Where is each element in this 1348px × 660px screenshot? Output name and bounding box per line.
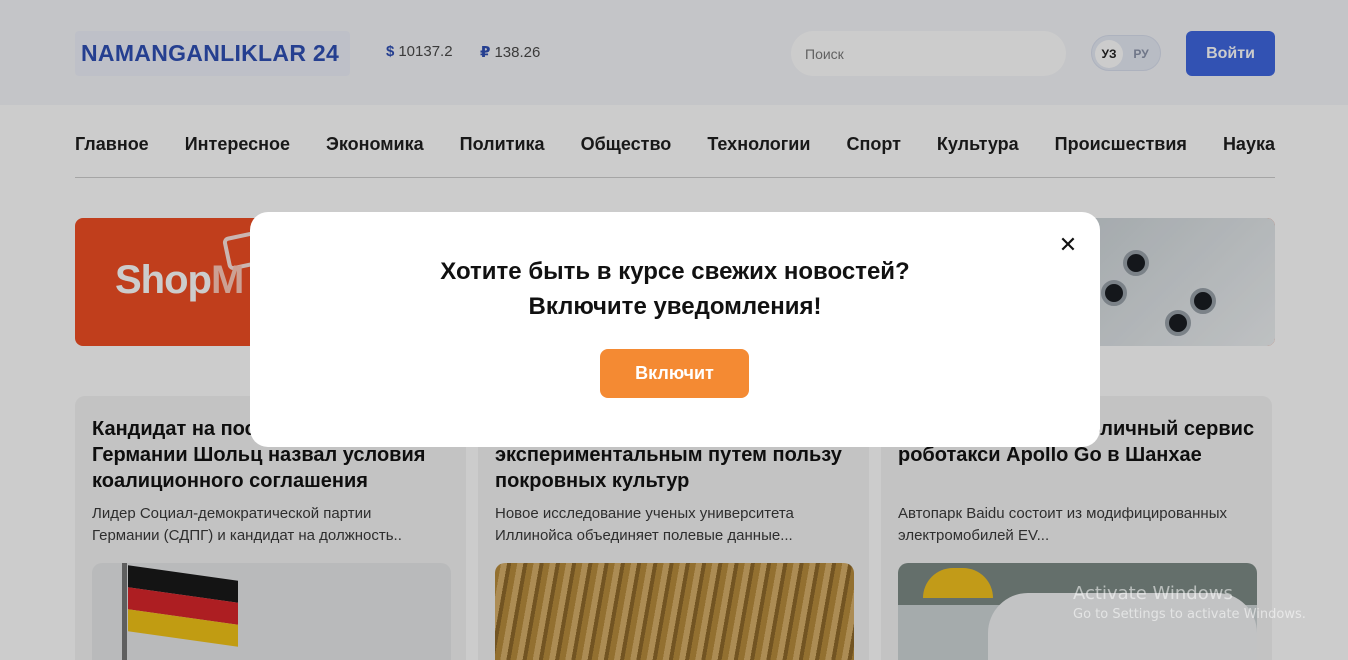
- modal-title-line2: Включите уведомления!: [528, 293, 822, 320]
- notification-modal: ✕ Хотите быть в курсе свежих новостей? В…: [250, 212, 1100, 447]
- windows-watermark-title: Activate Windows: [1073, 583, 1233, 604]
- close-icon[interactable]: ✕: [1054, 232, 1082, 260]
- windows-watermark-subtitle: Go to Settings to activate Windows.: [1073, 607, 1306, 622]
- modal-title-line1: Хотите быть в курсе свежих новостей?: [440, 258, 910, 285]
- enable-notifications-button[interactable]: Включит: [600, 349, 749, 398]
